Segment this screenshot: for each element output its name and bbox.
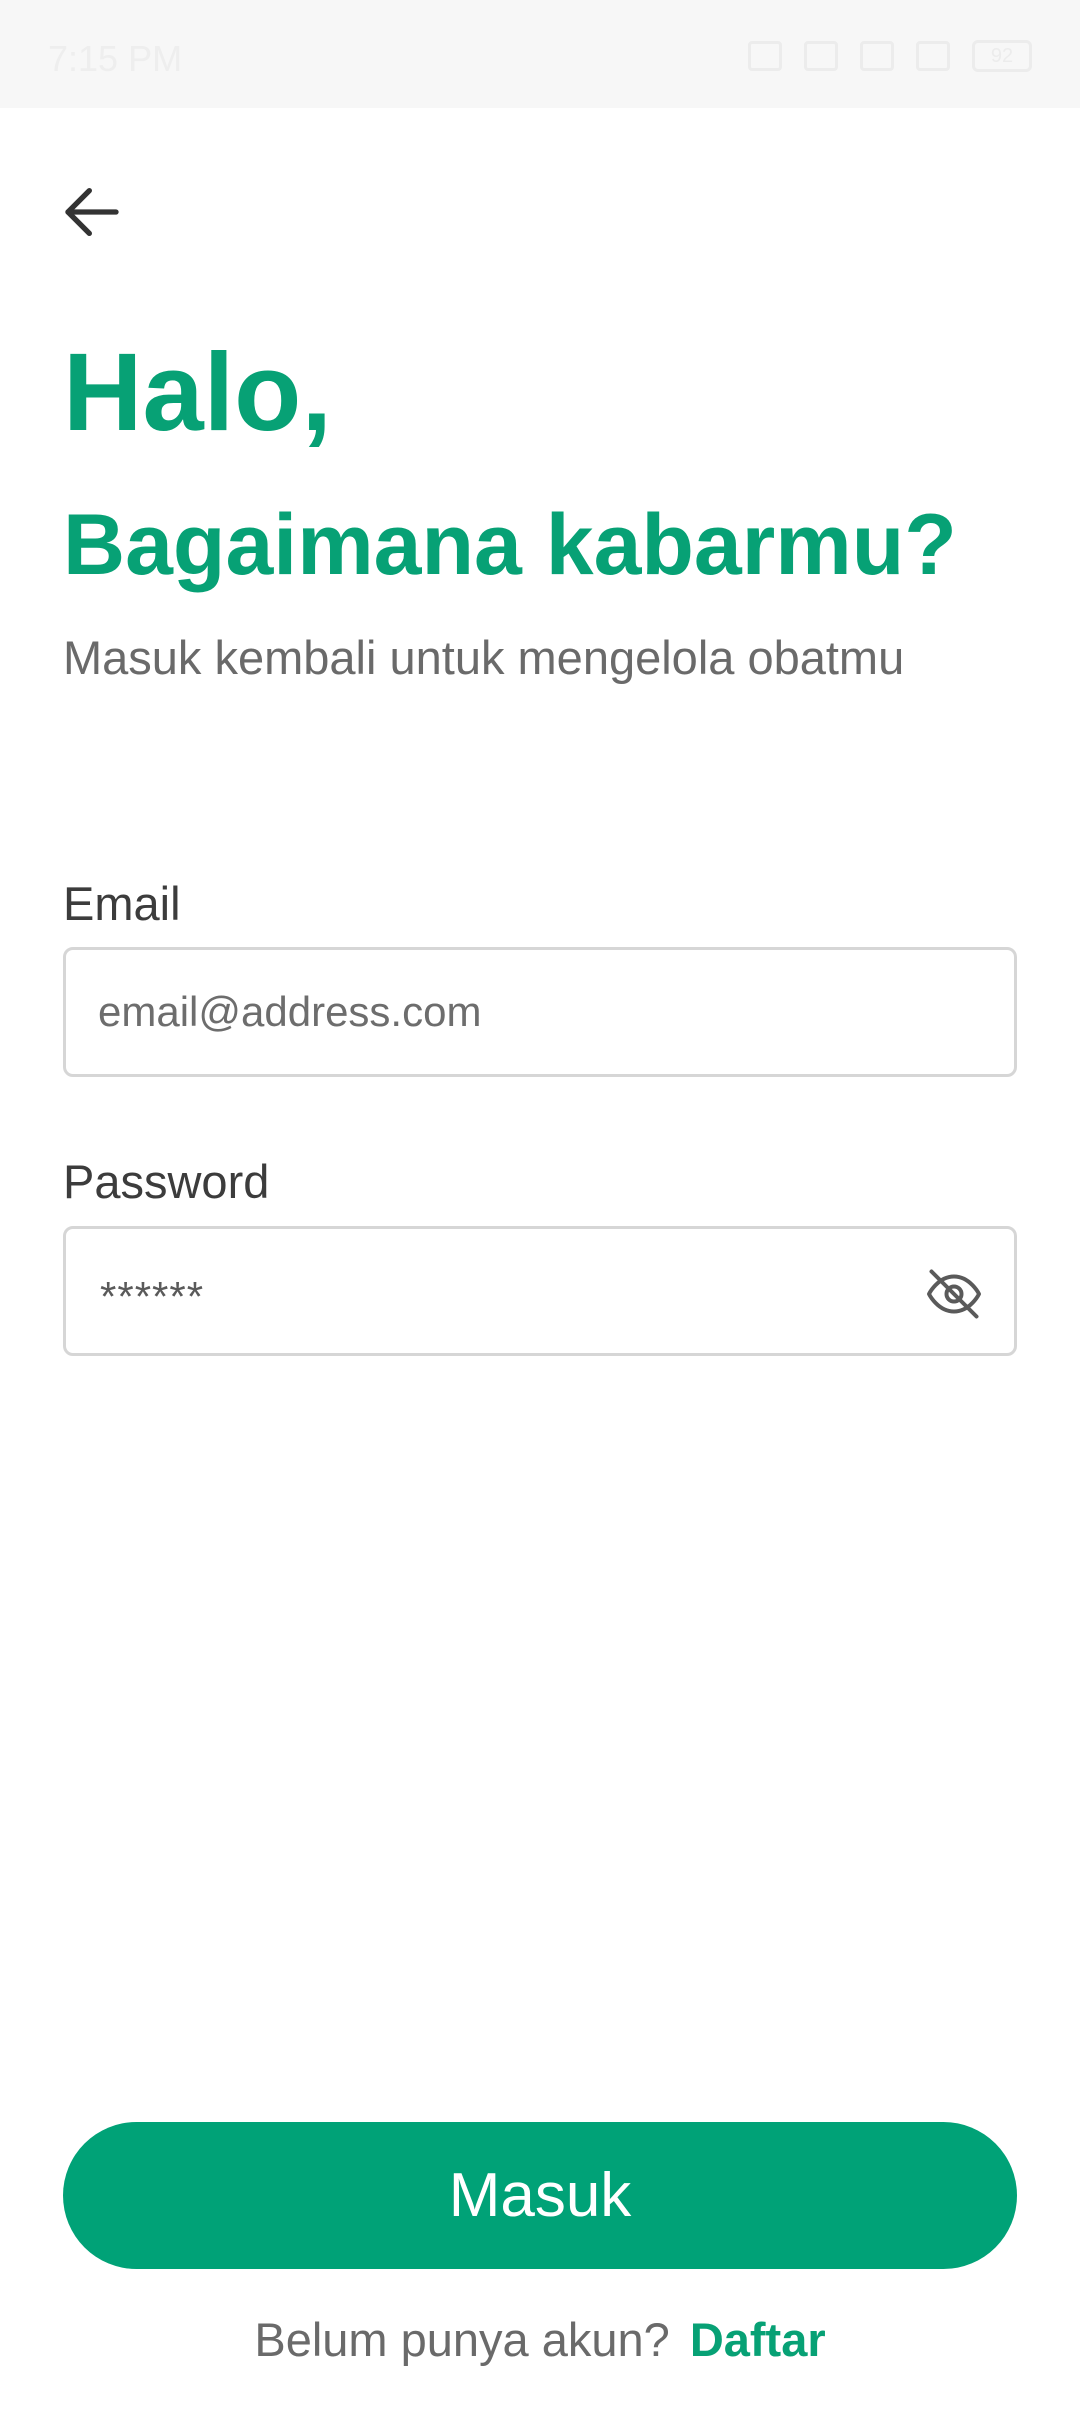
status-time: 7:15 PM bbox=[48, 38, 183, 79]
register-row: Belum punya akun? Daftar bbox=[0, 2312, 1080, 2368]
greeting-headline: Bagaimana kabarmu? bbox=[63, 497, 957, 593]
wifi-icon bbox=[860, 41, 894, 71]
greeting-title: Halo, bbox=[63, 331, 332, 454]
password-value: ****** bbox=[100, 1273, 205, 1320]
password-visibility-toggle[interactable] bbox=[924, 1264, 984, 1324]
battery-icon: 92 bbox=[972, 40, 1032, 72]
email-field[interactable] bbox=[66, 950, 1014, 1074]
status-icons: 92 bbox=[748, 40, 1032, 72]
greeting-subtitle: Masuk kembali untuk mengelola obatmu bbox=[63, 631, 905, 684]
email-field-container bbox=[63, 947, 1017, 1077]
signal-icon bbox=[916, 41, 950, 71]
register-prompt: Belum punya akun? bbox=[254, 2313, 670, 2366]
data-icon bbox=[804, 41, 838, 71]
status-bar: 7:15 PM 92 bbox=[0, 0, 1080, 108]
password-field[interactable]: ****** bbox=[63, 1226, 1017, 1356]
email-label: Email bbox=[63, 877, 181, 930]
vibrate-icon bbox=[748, 41, 782, 71]
password-label: Password bbox=[63, 1155, 270, 1208]
back-button[interactable] bbox=[60, 172, 150, 252]
arrow-left-icon bbox=[65, 188, 119, 236]
eye-off-icon bbox=[927, 1269, 981, 1319]
login-button[interactable]: Masuk bbox=[63, 2122, 1017, 2269]
register-link[interactable]: Daftar bbox=[690, 2313, 826, 2366]
